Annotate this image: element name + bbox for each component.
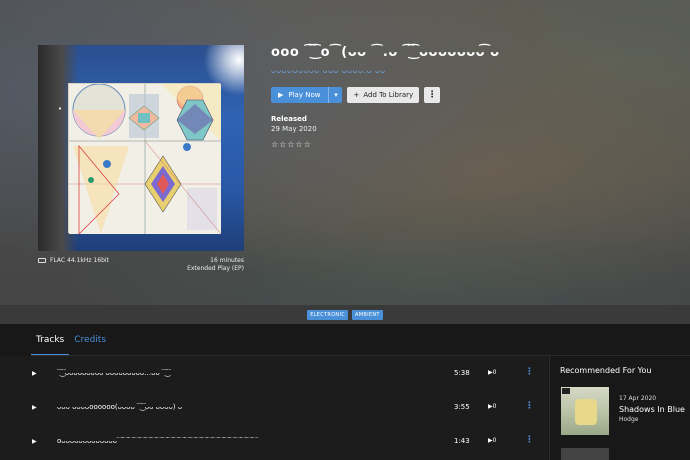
track-duration: 1:43	[454, 437, 470, 445]
play-now-button[interactable]: ▶ Play Now	[271, 87, 328, 103]
genre-tag-ambient[interactable]: AMBIENT	[352, 309, 383, 320]
track-menu-button[interactable]: ⋮	[525, 435, 534, 445]
track-row[interactable]: ▶ ⁀͜͡ ᴗᴗᴗᴗᴗᴗᴗᴗᴗ ᴗᴗᴗᴗᴗᴗᴗᴗᴗ…ᴗᴗ ⁀͜͡ 5:38 ▶0…	[0, 367, 548, 404]
tab-credits[interactable]: Credits	[69, 324, 111, 356]
track-menu-button[interactable]: ⋮	[525, 401, 534, 411]
track-title: ᴗᴗᴗ ᴗᴗᴗᴗoooooo(ᴗᴗᴗᴗ ⁀͜͡ ᴗᴗ ᴗᴗᴗᴗ) ᴗ	[57, 403, 182, 411]
track-play-icon[interactable]: ▶	[32, 370, 37, 377]
cover-painting	[68, 83, 222, 235]
album-title: ooo ⁀͜͡ o⁀(ᴗᴗ ⁀.ᴗ ⁀͜͡ ᴗᴗᴗᴗᴗᴗᴗ͡ ᴗ	[271, 45, 500, 60]
action-buttons: ▶ Play Now ▾ + Add To Library ⋮	[271, 87, 441, 103]
track-play-icon[interactable]: ▶	[32, 404, 37, 411]
tab-bar: Tracks Credits	[0, 324, 690, 356]
play-now-label: Play Now	[288, 91, 321, 99]
audio-format: FLAC 44.1kHz 16bit	[50, 257, 109, 264]
rating-stars[interactable]: ☆☆☆☆☆	[271, 140, 312, 149]
plus-icon: +	[353, 91, 360, 99]
artist-link[interactable]: ᴗᴗᴗᴗᴗᴗᴗᴗᴗ ᴗᴗᴗ ᴗᴗᴗᴗ.ᴗ ᴗᴗ	[271, 66, 386, 75]
recommended-album-title[interactable]: Shadows In Blue	[619, 405, 685, 414]
released-label: Released	[271, 115, 307, 123]
recommended-panel: Recommended For You 17 Apr 2020 Shadows …	[549, 356, 690, 460]
cover-figure	[575, 399, 597, 425]
play-count-value: 0	[492, 403, 497, 410]
recommended-heading: Recommended For You	[560, 366, 652, 375]
track-play-icon[interactable]: ▶	[32, 438, 37, 445]
add-to-library-button[interactable]: + Add To Library	[347, 87, 420, 103]
audio-quality-icon	[38, 258, 46, 263]
released-date: 29 May 2020	[271, 125, 317, 133]
track-play-count: ▶0	[488, 403, 496, 410]
chevron-down-icon: ▾	[334, 91, 338, 99]
play-now-button-group: ▶ Play Now ▾	[271, 87, 343, 103]
recommended-album-cover[interactable]	[561, 448, 609, 460]
track-duration: 3:55	[454, 403, 470, 411]
album-length: 16 minutes	[210, 257, 244, 264]
track-row[interactable]: ▶ ᴗᴗᴗ ᴗᴗᴗᴗoooooo(ᴗᴗᴗᴗ ⁀͜͡ ᴗᴗ ᴗᴗᴗᴗ) ᴗ 3:5…	[0, 401, 548, 438]
play-options-dropdown[interactable]: ▾	[328, 87, 342, 103]
track-duration: 5:38	[454, 369, 470, 377]
tab-tracks[interactable]: Tracks	[31, 324, 70, 356]
track-title: oᴗᴗᴗᴗᴗᴗᴗᴗᴗᴗᴗᴗᴗ⁀⁀⁀⁀⁀⁀⁀⁀⁀⁀⁀⁀⁀⁀⁀⁀⁀⁀⁀⁀⁀⁀⁀⁀⁀	[57, 437, 258, 445]
genre-tags: ELECTRONIC AMBIENT	[0, 305, 690, 324]
geometric-painting	[69, 83, 222, 235]
track-menu-button[interactable]: ⋮	[525, 367, 534, 377]
format-info: FLAC 44.1kHz 16bit 16 minutes Extended P…	[38, 256, 244, 274]
play-count-value: 0	[492, 437, 497, 444]
track-title: ⁀͜͡ ᴗᴗᴗᴗᴗᴗᴗᴗᴗ ᴗᴗᴗᴗᴗᴗᴗᴗᴗ…ᴗᴗ ⁀͜͡	[57, 369, 168, 377]
recommended-artist[interactable]: Hodge	[619, 416, 639, 423]
track-row[interactable]: ▶ oᴗᴗᴗᴗᴗᴗᴗᴗᴗᴗᴗᴗᴗ⁀⁀⁀⁀⁀⁀⁀⁀⁀⁀⁀⁀⁀⁀⁀⁀⁀⁀⁀⁀⁀⁀⁀⁀…	[0, 435, 548, 460]
track-play-count: ▶0	[488, 369, 496, 376]
hires-badge-icon	[562, 388, 570, 394]
play-icon: ▶	[278, 91, 284, 99]
play-count-value: 0	[492, 369, 497, 376]
add-to-library-label: Add To Library	[363, 91, 414, 99]
more-options-button[interactable]: ⋮	[424, 87, 441, 103]
more-icon: ⋮	[427, 90, 437, 100]
release-type: Extended Play (EP)	[187, 265, 244, 272]
track-list: ▶ ⁀͜͡ ᴗᴗᴗᴗᴗᴗᴗᴗᴗ ᴗᴗᴗᴗᴗᴗᴗᴗᴗ…ᴗᴗ ⁀͜͡ 5:38 ▶0…	[0, 356, 548, 460]
track-play-count: ▶0	[488, 437, 496, 444]
genre-tag-electronic[interactable]: ELECTRONIC	[307, 309, 349, 320]
album-header: • • • • •	[0, 0, 690, 305]
recommended-album-cover[interactable]	[561, 387, 609, 435]
album-cover[interactable]: • • • • •	[38, 45, 244, 251]
recommended-date: 17 Apr 2020	[619, 395, 657, 402]
